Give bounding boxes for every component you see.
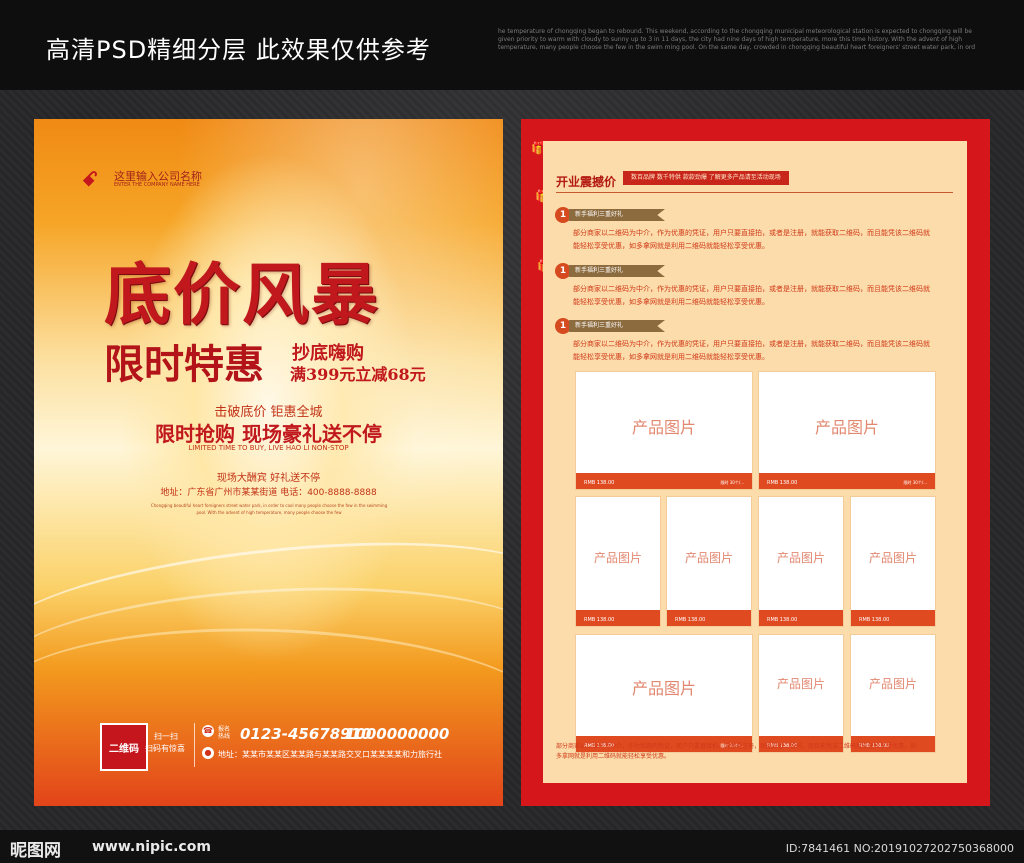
subheadline: 限时特惠 [104,341,264,388]
banner-description: he temperature of chongqing began to reb… [498,28,976,51]
site-url: www.nipic.com [92,839,211,855]
product-image-label: 产品图片 [631,418,696,437]
site-logo: 昵图网 [10,841,61,861]
product-card: 产品图片 RMB 138.00 [759,497,843,626]
phone-icon: ☎ [202,725,214,737]
step-number: 1 [555,263,571,279]
product-image-label: 产品图片 [593,551,642,565]
divider [194,723,195,767]
footer-text: 部分商家以二维码为中介，作为优惠的凭证，用户只要直接拍，或者是注册，就能获取二维… [556,743,917,760]
product-card: 产品图片 RMB 138.00 [576,497,660,626]
step-body: 部分商家以二维码为中介，作为优惠的凭证，用户只要直接拍，或者是注册，就能获取二维… [573,340,930,361]
hotline-label: 报名热线 [218,726,231,740]
product-image-label: 产品图片 [684,551,733,565]
step-body: 部分商家以二维码为中介，作为优惠的凭证，用户只要直接拍，或者是注册，就能获取二维… [573,229,930,250]
phone-number-2: 1000000000 [345,725,450,743]
address-line: 地址：广东省广州市某某街道 电话：400-8888-8888 [160,488,377,498]
product-card: 产品图片 RMB 138.00 限时 30个/... [759,372,935,489]
location-icon: ● [202,747,214,759]
product-image-label: 产品图片 [631,679,696,698]
step-ribbon: 新手福利三重好礼 [569,265,665,277]
step-number: 1 [555,207,571,223]
product-note: 限时 30个/... [903,480,927,485]
watermark-bar: 昵图网 www.nipic.com ID:7841461 NO:20191027… [0,830,1024,863]
section-pill: 数百品牌 数千特供 款款劲爆 了解更多产品请至活动现场 [623,171,789,185]
product-price: RMB 138.00 [767,617,798,623]
product-card: 产品图片 RMB 138.00 限时 30个/... [576,635,752,752]
product-price: RMB 138.00 [584,617,615,623]
banner-title: 高清PSD精细分层 此效果仅供参考 [46,36,431,64]
scan-label-2: 扫码有惊喜 [145,744,185,753]
product-card: 产品图片 RMB 138.00 [759,635,843,752]
step-body: 部分商家以二维码为中介，作为优惠的凭证，用户只要直接拍，或者是注册，就能获取二维… [573,285,930,306]
product-image-label: 产品图片 [868,551,917,565]
qr-code-placeholder: 二维码 [100,723,148,771]
tagline-2-en: LIMITED TIME TO BUY, LIVE HAO LI NON-STO… [188,444,349,452]
image-id: ID:7841461 NO:20191027202750368000 [785,842,1014,855]
product-price: RMB 138.00 [584,480,615,486]
step-number: 1 [555,318,571,334]
scan-label-1: 扫一扫 [154,732,178,741]
divider [556,192,953,193]
content-panel: 开业震撼价 数百品牌 数千特供 款款劲爆 了解更多产品请至活动现场 1 新手福利… [543,141,967,783]
bottom-address: 地址：某某市某某区某某路与某某路交叉口某某某某和力旅行社 [218,750,442,759]
product-price: RMB 138.00 [859,617,890,623]
headline: 底价风暴 [104,255,380,334]
promo-line-2: 满399元立减68元 [290,365,426,384]
product-price: RMB 138.00 [767,480,798,486]
tagline-3: 现场大酬宾 好礼送不停 [216,473,321,484]
product-price: RMB 138.00 [675,617,706,623]
fine-print: Chongqing beautiful heart foreigners str… [150,503,388,515]
back-poster: 🎁 🎁 🎁 🎁 开业震撼价 数百品牌 数千特供 款款劲爆 了解更多产品请至活动现… [521,119,990,806]
top-banner: 高清PSD精细分层 此效果仅供参考 he temperature of chon… [0,0,1024,90]
step-ribbon: 新手福利三重好礼 [569,209,665,221]
step-ribbon: 新手福利三重好礼 [569,320,665,332]
company-logo-icon: ꗃ [82,167,98,191]
front-poster: ꗃ 这里输入公司名称 ENTER THE COMPANY NAME HERE 底… [34,119,503,806]
section-title: 开业震撼价 [556,175,617,189]
product-note: 限时 30个/... [720,480,744,485]
tagline-2: 限时抢购 现场豪礼送不停 [155,422,382,446]
product-image-label: 产品图片 [868,677,917,691]
product-image-label: 产品图片 [776,551,825,565]
product-card: 产品图片 RMB 138.00 限时 30个/... [576,372,752,489]
company-name-en: ENTER THE COMPANY NAME HERE [114,182,200,188]
product-image-label: 产品图片 [776,677,825,691]
product-card: 产品图片 RMB 138.00 [667,497,751,626]
product-card: 产品图片 RMB 138.00 [851,497,935,626]
product-card: 产品图片 RMB 138.00 [851,635,935,752]
product-image-label: 产品图片 [814,418,879,437]
